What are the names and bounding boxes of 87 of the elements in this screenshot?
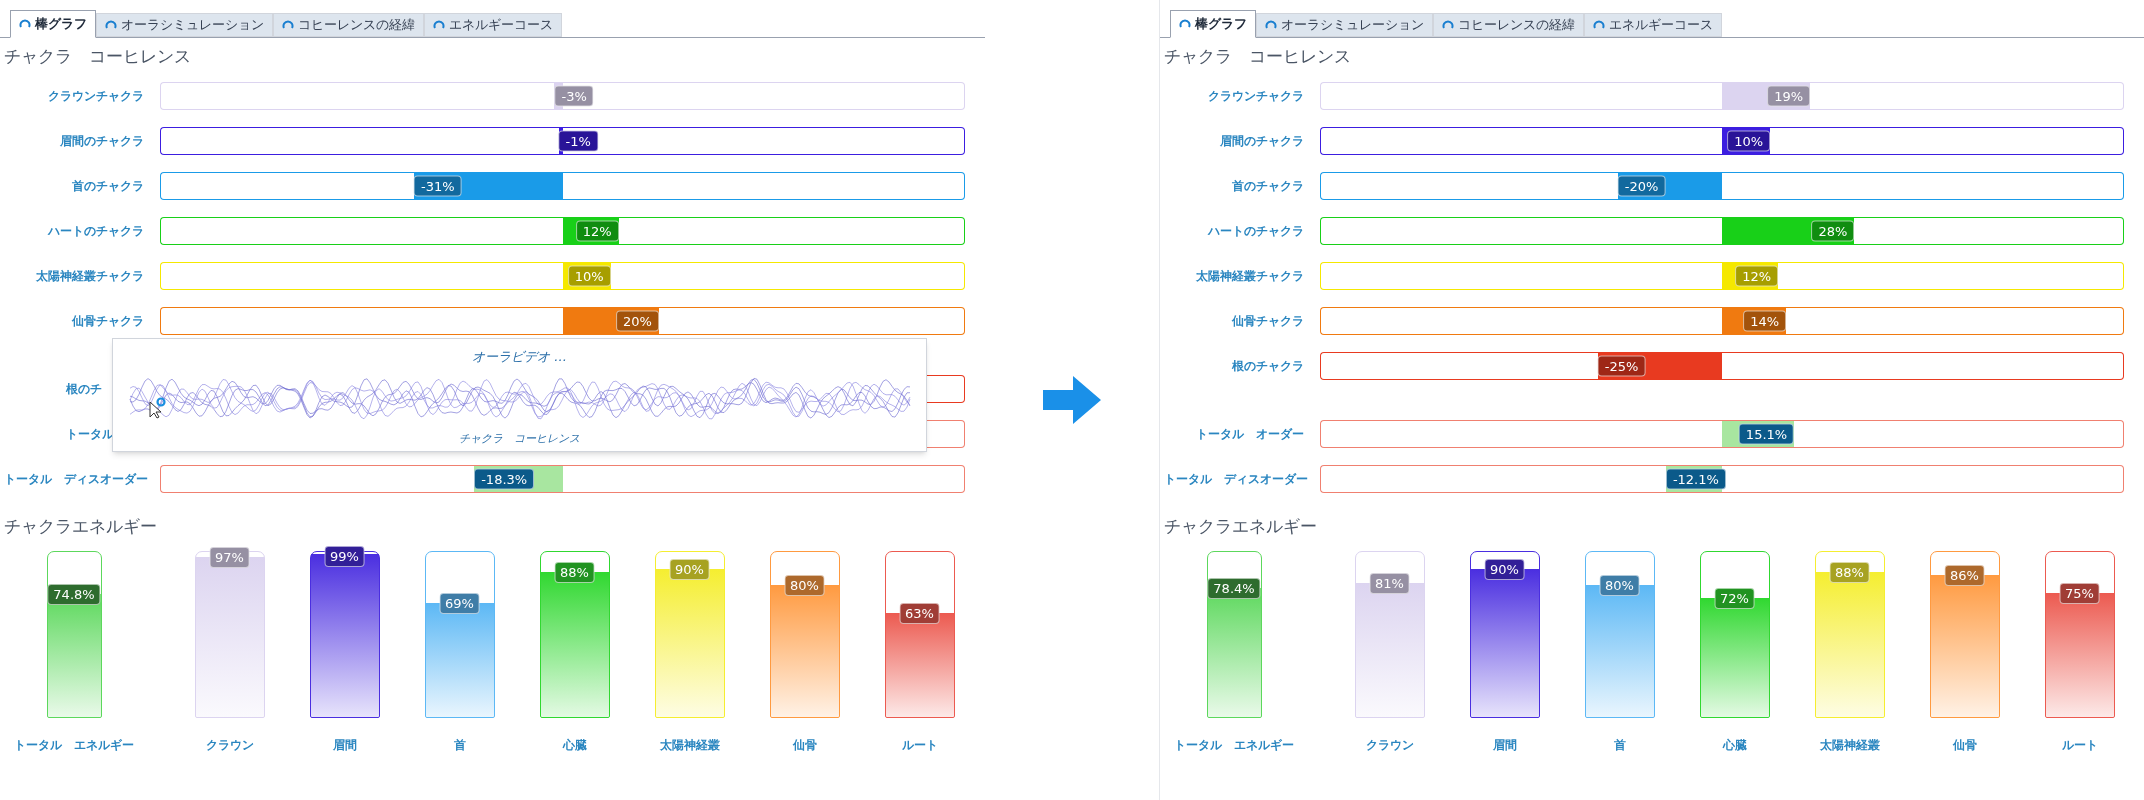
value-badge: -20% (1617, 175, 1666, 197)
tab[interactable]: 棒グラフ (1170, 10, 1256, 38)
tab[interactable]: 棒グラフ (10, 10, 96, 38)
cursor-icon (149, 397, 167, 419)
value-badge: 81% (1369, 573, 1410, 595)
value-badge: 88% (1829, 561, 1870, 583)
ring-icon (1265, 19, 1277, 31)
value-badge: 69% (439, 593, 480, 615)
value-badge: -31% (413, 175, 462, 197)
column-label: クラウン (205, 737, 254, 754)
row-label: 仙骨チャクラ (1230, 313, 1304, 330)
value-badge: 88% (554, 561, 595, 583)
ring-icon (282, 19, 294, 31)
tab[interactable]: コヒーレンスの経緯 (273, 13, 424, 37)
row-label: クラウンチャクラ (1207, 88, 1304, 105)
row-label: クラウンチャクラ (47, 88, 144, 105)
row-label: 首のチャクラ (1231, 178, 1304, 195)
column-label: 仙骨 (1952, 737, 1977, 754)
value-badge: -18.3% (474, 468, 535, 490)
value-badge: -1% (558, 130, 598, 152)
value-badge: -12.1% (1665, 468, 1726, 490)
row-label: 太陽神経叢チャクラ (1195, 268, 1304, 285)
column-label: ルート (2061, 737, 2098, 754)
value-badge: -3% (554, 85, 594, 107)
column-label: 首 (453, 737, 466, 754)
row-label: 根のチ (65, 381, 103, 398)
value-badge: 72% (1714, 588, 1755, 610)
value-badge: 90% (669, 558, 710, 580)
value-badge: 80% (1599, 575, 1640, 596)
column-label: 心臓 (562, 737, 587, 754)
column-label: トータル エネルギー (1174, 737, 1294, 754)
ring-icon (1179, 18, 1191, 30)
value-badge: 19% (1767, 85, 1811, 107)
column-label: 眉間 (332, 737, 357, 754)
row-label: 根のチャクラ (1231, 358, 1304, 375)
column-label: 心臓 (1722, 737, 1747, 754)
section-title: チャクラ コーヒレンス (1164, 45, 1352, 68)
value-badge: 74.8% (47, 583, 101, 605)
ring-icon (1442, 19, 1454, 31)
value-badge: -25% (1597, 355, 1646, 377)
ring-icon (19, 18, 31, 30)
tab[interactable]: オーラシミュレーション (96, 13, 273, 37)
popup-caption: チャクラ コーヒレンス (459, 430, 580, 447)
value-badge: 14% (1743, 310, 1787, 332)
column-label: 太陽神経叢 (659, 737, 720, 754)
value-badge: 28% (1811, 220, 1855, 242)
row-label: 眉間のチャクラ (59, 133, 144, 150)
column-label: トータル エネルギー (14, 737, 134, 754)
value-badge: 12% (1735, 265, 1779, 287)
tab[interactable]: コヒーレンスの経緯 (1433, 13, 1584, 37)
row-label: 仙骨チャクラ (70, 313, 144, 330)
value-badge: 97% (209, 546, 250, 568)
column-label: 太陽神経叢 (1819, 737, 1880, 754)
value-badge: 99% (324, 546, 365, 567)
tab[interactable]: エネルギーコース (424, 13, 562, 37)
ring-icon (1593, 19, 1605, 31)
value-badge: 12% (575, 220, 619, 242)
value-badge: 10% (567, 265, 611, 287)
value-badge: 90% (1484, 558, 1525, 580)
row-label: 首のチャクラ (71, 178, 144, 195)
column-label: 首 (1613, 737, 1626, 754)
arrow-icon (1043, 376, 1101, 424)
value-badge: 15.1% (1738, 423, 1795, 445)
column-label: クラウン (1365, 737, 1414, 754)
row-label: トータル オーダー (1195, 426, 1304, 443)
column-label: 仙骨 (792, 737, 817, 754)
row-label: 眉間のチャクラ (1219, 133, 1304, 150)
column-label: 眉間 (1492, 737, 1517, 754)
section-title: チャクラエネルギー (1164, 514, 1318, 538)
tab[interactable]: オーラシミュレーション (1256, 13, 1433, 37)
value-badge: 75% (2059, 583, 2100, 605)
section-title: チャクラ コーヒレンス (4, 45, 192, 68)
section-title: チャクラエネルギー (4, 514, 158, 538)
popup-title: オーラビデオ ... (472, 348, 567, 366)
column-label: ルート (901, 737, 938, 754)
value-badge: 86% (1944, 565, 1985, 587)
row-label: 太陽神経叢チャクラ (35, 268, 144, 285)
value-badge: 78.4% (1207, 577, 1261, 599)
tab[interactable]: エネルギーコース (1584, 13, 1722, 37)
ring-icon (433, 19, 445, 31)
ring-icon (105, 19, 117, 31)
value-badge: 20% (615, 310, 659, 332)
row-label: ハートのチャクラ (1206, 223, 1304, 240)
value-badge: 10% (1727, 130, 1771, 152)
row-label: ハートのチャクラ (46, 223, 144, 240)
value-badge: 63% (899, 603, 940, 625)
value-badge: 80% (784, 575, 825, 596)
